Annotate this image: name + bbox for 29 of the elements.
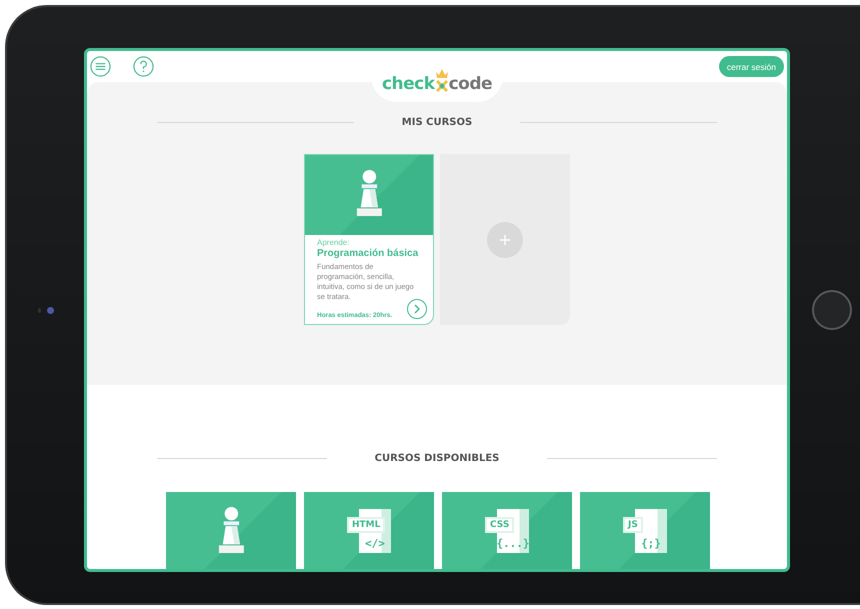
code-symbol: {...} (496, 537, 530, 550)
course-kicker: Aprende: (317, 238, 350, 247)
logout-button[interactable]: cerrar sesión (718, 56, 784, 77)
course-tile[interactable]: </> HTML (304, 492, 434, 569)
section-title: MIS CURSOS (400, 117, 474, 128)
add-course-card[interactable] (440, 154, 570, 325)
next-button[interactable] (407, 299, 427, 319)
course-tile[interactable]: {;} JS (580, 492, 710, 569)
file-label: HTML (347, 517, 386, 533)
help-icon[interactable] (133, 56, 154, 77)
code-symbol: </> (365, 537, 385, 550)
camera-lens (46, 306, 54, 314)
file-label: CSS (485, 517, 514, 533)
pawn-icon (216, 506, 246, 554)
logo-text: check (382, 74, 435, 94)
chevron-right-icon (413, 304, 421, 314)
section-title: CURSOS DISPONIBLES (374, 453, 500, 464)
course-tile[interactable] (166, 492, 296, 569)
crown-icon (434, 68, 449, 94)
pawn-icon (354, 168, 384, 216)
logo-text: code (448, 74, 492, 94)
plus-icon (500, 234, 510, 244)
course-title: Programación básica (317, 248, 420, 259)
course-tile[interactable]: {...} CSS (442, 492, 572, 569)
home-button[interactable] (812, 290, 852, 330)
add-button[interactable] (487, 222, 523, 258)
menu-icon[interactable] (90, 56, 111, 77)
file-label: JS (623, 517, 643, 533)
code-symbol: {;} (641, 537, 661, 550)
